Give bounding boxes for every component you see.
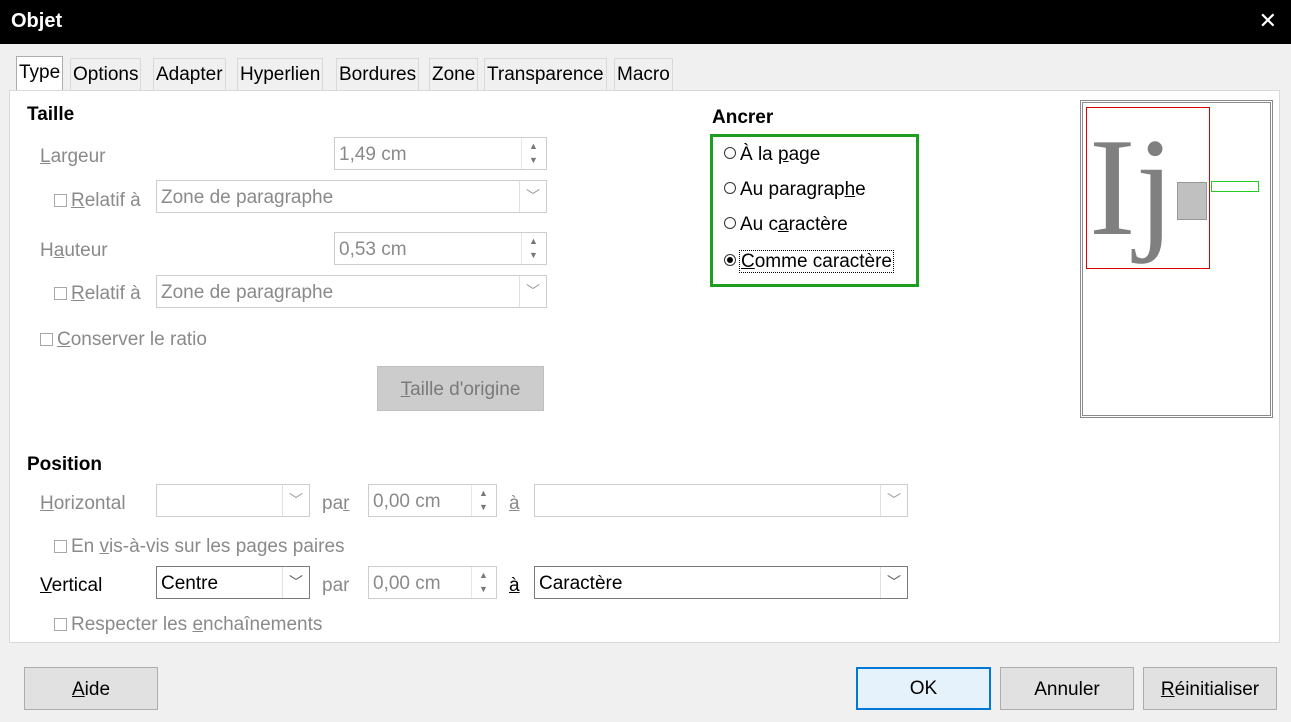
radio-circle xyxy=(724,147,736,159)
title-bar: Objet ✕ xyxy=(0,0,1291,44)
width-spin-buttons[interactable]: ▲ ▼ xyxy=(521,138,546,169)
vertical-to-label: à xyxy=(509,575,520,596)
chevron-down-icon: ﹀ xyxy=(880,567,907,598)
horizontal-by-label: par xyxy=(322,493,350,514)
vertical-value: Centre xyxy=(161,573,219,594)
horizontal-to-dropdown[interactable]: ﹀ xyxy=(534,484,908,517)
width-spinbox[interactable]: 1,49 cm ▲ ▼ xyxy=(334,137,547,170)
tab-macro[interactable]: Macro xyxy=(614,58,673,90)
cancel-button[interactable]: Annuler xyxy=(1000,667,1134,710)
dialog-title: Objet xyxy=(11,10,63,32)
checkbox-box xyxy=(54,287,67,300)
width-relative-dropdown[interactable]: Zone de paragraphe ﹀ xyxy=(156,180,547,213)
horizontal-to-label: à xyxy=(509,493,520,514)
height-relative-checkbox[interactable]: Relatif à xyxy=(54,283,141,305)
chevron-down-icon: ﹀ xyxy=(519,181,546,212)
mirror-checkbox[interactable]: En vis-à-vis sur les pages paires xyxy=(54,536,345,558)
checkbox-box xyxy=(40,333,53,346)
preview-anchor-frame xyxy=(1211,181,1259,192)
checkbox-box xyxy=(54,540,67,553)
vertical-by-label: par xyxy=(322,575,350,596)
vertical-dropdown[interactable]: Centre ﹀ xyxy=(156,566,310,599)
height-label: Hauteur xyxy=(40,240,108,261)
horizontal-by-value: 0,00 cm xyxy=(373,491,441,512)
anchor-radio-paragraph[interactable]: Au paragraphe xyxy=(724,179,866,201)
width-label: Largeur xyxy=(40,146,106,167)
vertical-by-spinbox[interactable]: 0,00 cm ▲ ▼ xyxy=(368,566,497,599)
tab-transparence[interactable]: Transparence xyxy=(484,58,607,90)
reset-button[interactable]: Réinitialiser xyxy=(1143,667,1277,710)
vertical-by-value: 0,00 cm xyxy=(373,573,441,594)
horizontal-by-spin-buttons[interactable]: ▲ ▼ xyxy=(471,485,496,516)
tab-zone[interactable]: Zone xyxy=(429,58,479,90)
tab-adapter[interactable]: Adapter xyxy=(153,58,226,90)
tab-bordures[interactable]: Bordures xyxy=(336,58,420,90)
vertical-label: Vertical xyxy=(40,575,103,596)
radio-circle-selected xyxy=(724,254,736,266)
position-heading: Position xyxy=(27,454,102,475)
anchor-radio-as-character[interactable]: Comme caractère xyxy=(724,250,895,273)
horizontal-by-spinbox[interactable]: 0,00 cm ▲ ▼ xyxy=(368,484,497,517)
help-button[interactable]: Aide xyxy=(24,667,158,710)
tab-hyperlien[interactable]: Hyperlien xyxy=(237,58,324,90)
height-spin-buttons[interactable]: ▲ ▼ xyxy=(521,233,546,264)
keep-ratio-checkbox[interactable]: Conserver le ratio xyxy=(40,329,207,351)
chevron-down-icon: ﹀ xyxy=(880,485,907,516)
height-value: 0,53 cm xyxy=(339,239,407,260)
height-relative-dropdown[interactable]: Zone de paragraphe ﹀ xyxy=(156,275,547,308)
width-relative-value: Zone de paragraphe xyxy=(161,187,334,208)
width-relative-checkbox[interactable]: Relatif à xyxy=(54,190,141,212)
tab-options[interactable]: Options xyxy=(70,58,142,90)
horizontal-label: Horizontal xyxy=(40,493,126,514)
size-heading: Taille xyxy=(27,104,75,125)
radio-circle xyxy=(724,217,736,229)
tab-type[interactable]: Type xyxy=(16,56,64,90)
checkbox-box xyxy=(54,194,67,207)
chevron-down-icon: ﹀ xyxy=(282,485,309,516)
follow-flow-checkbox[interactable]: Respecter les enchaînements xyxy=(54,614,322,636)
position-preview: Ij xyxy=(1080,100,1273,418)
vertical-by-spin-buttons[interactable]: ▲ ▼ xyxy=(471,567,496,598)
chevron-down-icon: ﹀ xyxy=(519,276,546,307)
radio-circle xyxy=(724,182,736,194)
height-relative-value: Zone de paragraphe xyxy=(161,282,334,303)
original-size-button[interactable]: Taille d'origine xyxy=(377,366,544,411)
width-value: 1,49 cm xyxy=(339,144,407,165)
horizontal-dropdown[interactable]: ﹀ xyxy=(156,484,310,517)
anchor-radio-character[interactable]: Au caractère xyxy=(724,214,848,236)
preview-object xyxy=(1177,182,1207,220)
anchor-heading: Ancrer xyxy=(712,107,774,128)
checkbox-box xyxy=(54,618,67,631)
preview-glyphs: Ij xyxy=(1089,110,1175,265)
height-spinbox[interactable]: 0,53 cm ▲ ▼ xyxy=(334,232,547,265)
vertical-to-dropdown[interactable]: Caractère ﹀ xyxy=(534,566,908,599)
chevron-down-icon: ﹀ xyxy=(282,567,309,598)
ok-button[interactable]: OK xyxy=(856,667,991,710)
anchor-radio-page[interactable]: À la page xyxy=(724,144,820,166)
close-icon[interactable]: ✕ xyxy=(1259,8,1277,34)
vertical-to-value: Caractère xyxy=(539,573,623,594)
